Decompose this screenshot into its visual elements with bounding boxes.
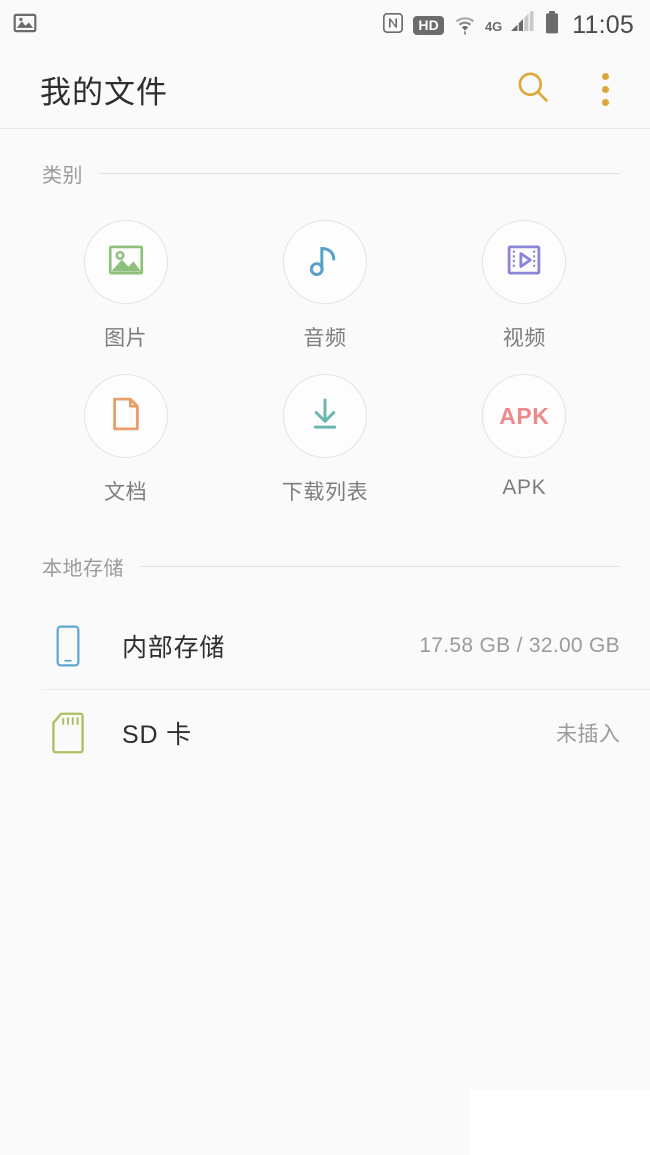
video-icon [503,239,545,286]
category-item-documents[interactable]: 文档 [26,370,225,512]
mobile-network-label: 4G [484,18,503,34]
hd-voice-badge: HD [413,15,444,35]
sd-card-icon [42,711,94,755]
bottom-right-white-area [470,1090,650,1155]
screenshot-image-icon [12,10,38,41]
category-icon-circle [83,374,168,458]
category-label: 图片 [104,327,148,350]
wifi-icon [453,11,477,40]
search-icon [514,68,552,111]
section-divider-line [140,566,620,567]
category-icon-circle [282,220,367,304]
storage-row-internal[interactable]: 内部存储 17.58 GB / 32.00 GB [0,603,650,689]
page-title: 我的文件 [40,74,168,110]
local-storage-section-title: 本地存储 [42,558,124,580]
music-note-icon [304,239,346,286]
status-bar-right-icons: HD 4G 11:05 [382,8,634,41]
storage-row-sd-card[interactable]: SD 卡 未插入 [0,690,650,776]
category-icon-circle [282,374,367,458]
storage-capacity: 17.58 GB / 32.00 GB [419,634,620,657]
category-item-audio[interactable]: 音频 [225,216,424,358]
app-bar-actions [510,66,628,112]
category-grid: 图片 音频 视频 文档 下载列表 APK APK [0,188,650,522]
menu-dot [601,98,609,106]
category-item-images[interactable]: 图片 [26,216,225,358]
category-item-video[interactable]: 视频 [425,216,624,358]
apk-icon: APK [499,402,550,429]
download-icon [304,393,346,440]
app-bar: 我的文件 [0,50,650,128]
image-icon [105,239,147,286]
category-icon-circle: APK [482,374,567,458]
category-label: 文档 [104,481,148,504]
category-label: 下载列表 [281,481,369,504]
file-manager-screen: HD 4G 11:05 我的文件 类别 图片 音频 视频 文档 下载列表 APK… [0,0,650,1155]
app-bar-divider [0,128,650,129]
storage-list: 内部存储 17.58 GB / 32.00 GB SD 卡 未插入 [0,603,650,776]
storage-name: SD 卡 [122,721,192,749]
search-button[interactable] [510,66,556,112]
nfc-icon [382,12,404,39]
status-bar-left-icons [12,10,38,41]
category-item-downloads[interactable]: 下载列表 [225,370,424,512]
local-storage-section-header: 本地存储 [0,552,650,581]
battery-icon [544,10,560,41]
category-item-apk[interactable]: APK APK [425,370,624,512]
category-icon-circle [83,220,168,304]
status-bar: HD 4G 11:05 [0,0,650,50]
category-icon-circle [482,220,567,304]
menu-dot [601,85,609,93]
document-icon [105,393,147,440]
storage-status: 未插入 [556,723,620,746]
category-label: 视频 [502,327,546,350]
section-divider-line [99,173,620,174]
storage-name: 内部存储 [122,634,226,662]
overflow-menu-button[interactable] [582,66,628,112]
category-label: 音频 [303,327,347,350]
categories-section-title: 类别 [42,165,83,187]
more-options-icon [601,72,609,106]
signal-bars-icon [509,8,535,40]
menu-dot [601,72,609,80]
categories-section-header: 类别 [0,159,650,188]
category-label: APK [502,476,547,499]
phone-icon [42,624,94,668]
status-bar-clock: 11:05 [572,11,634,39]
